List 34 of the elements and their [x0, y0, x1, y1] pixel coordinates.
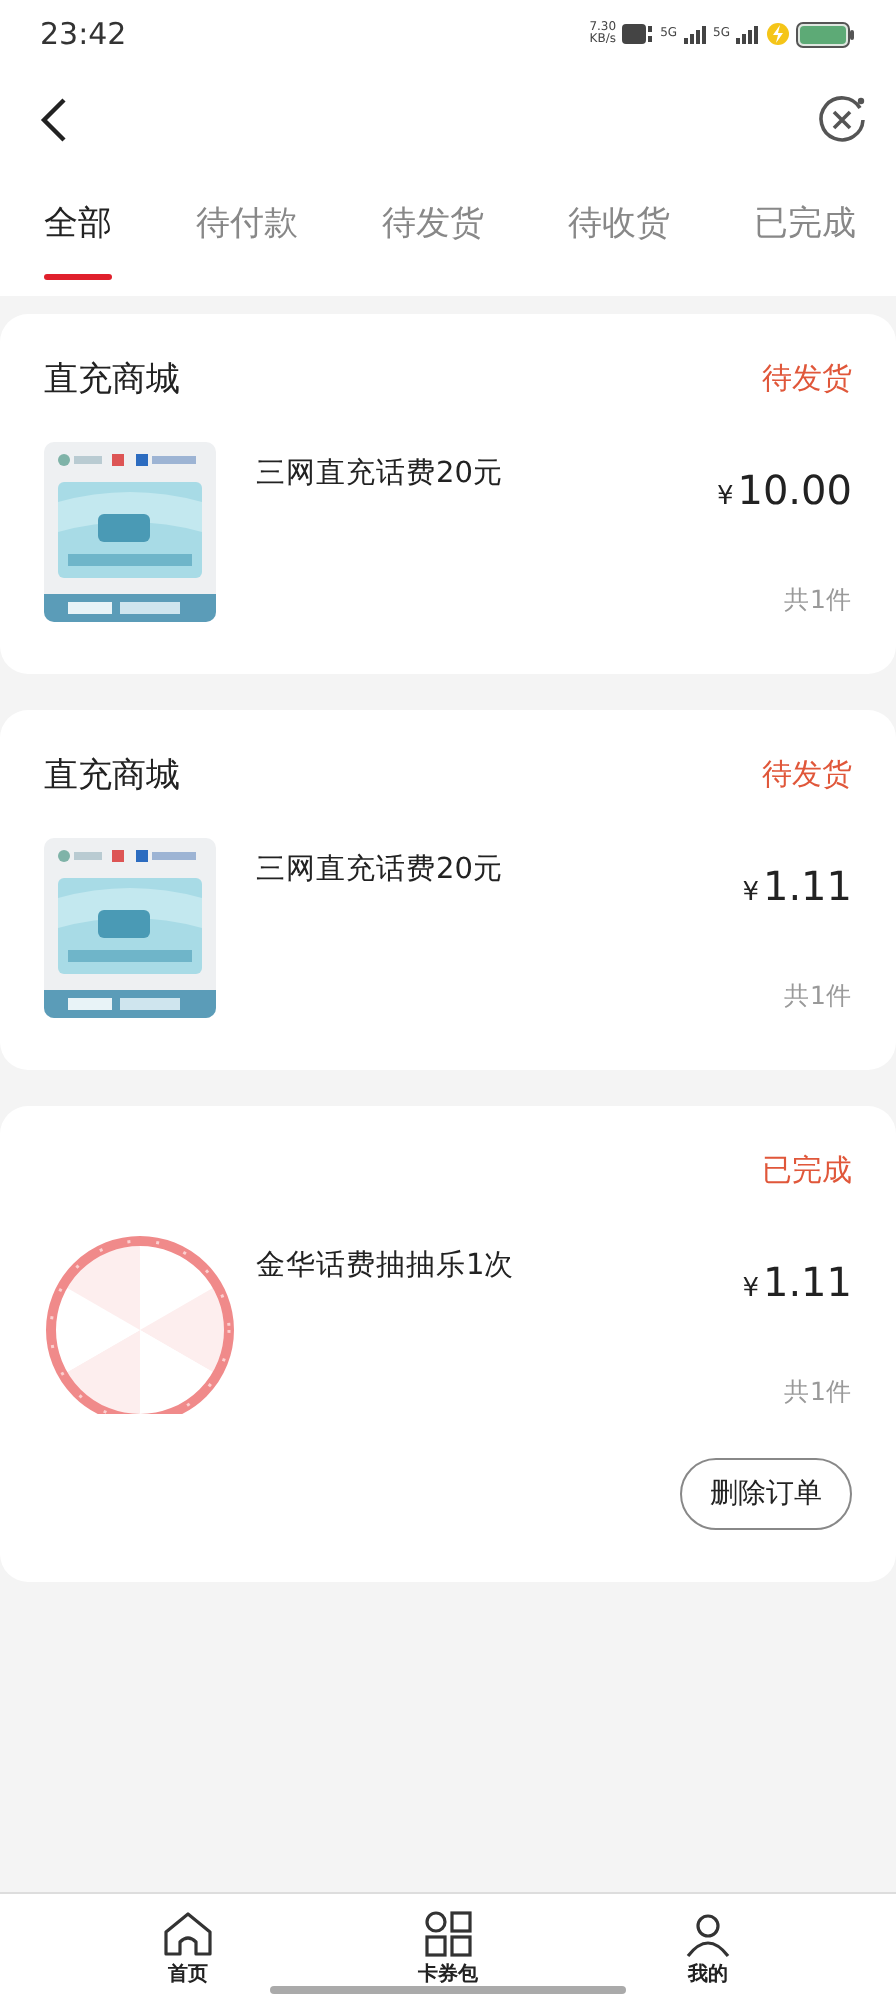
person-icon[interactable]	[682, 1910, 734, 1958]
nav-label[interactable]: 卡券包	[418, 1960, 478, 1988]
item-count: 共1件	[784, 980, 852, 1014]
delete-order-button[interactable]: 删除订单	[680, 1458, 852, 1530]
item-count: 共1件	[784, 584, 852, 618]
tab[interactable]: 全部	[44, 172, 112, 296]
back-button[interactable]	[36, 96, 72, 144]
battery-icon	[796, 21, 856, 47]
store-name: 直充商城	[44, 753, 182, 797]
signal-icon	[683, 25, 708, 43]
grid-icon[interactable]	[422, 1910, 474, 1958]
price: ¥10.00	[716, 466, 852, 514]
price: ¥1.11	[742, 1258, 852, 1306]
home-icon[interactable]	[162, 1910, 214, 1958]
nav-label[interactable]: 首页	[168, 1960, 208, 1988]
clock: 23:42	[40, 16, 127, 52]
product-name: 三网直充话费20元	[256, 455, 505, 494]
signal-icon	[736, 25, 760, 43]
order-status: 已完成	[762, 1151, 852, 1189]
order-status: 待发货	[762, 755, 852, 793]
hd-icon	[622, 22, 655, 46]
charging-icon	[766, 22, 790, 46]
store-name: 直充商城	[44, 357, 182, 401]
tab[interactable]: 待发货	[382, 172, 484, 296]
product-name: 三网直充话费20元	[256, 851, 505, 890]
tab[interactable]: 待收货	[568, 172, 670, 296]
tab[interactable]: 待付款	[196, 172, 298, 296]
nav-label[interactable]: 我的	[688, 1960, 728, 1988]
tab[interactable]: 已完成	[754, 172, 856, 296]
close-button[interactable]	[816, 94, 868, 146]
product-name: 金华话费抽抽乐1次	[256, 1248, 517, 1286]
item-count: 共1件	[784, 1376, 852, 1410]
order-status: 待发货	[762, 359, 852, 397]
price: ¥1.11	[742, 862, 852, 910]
